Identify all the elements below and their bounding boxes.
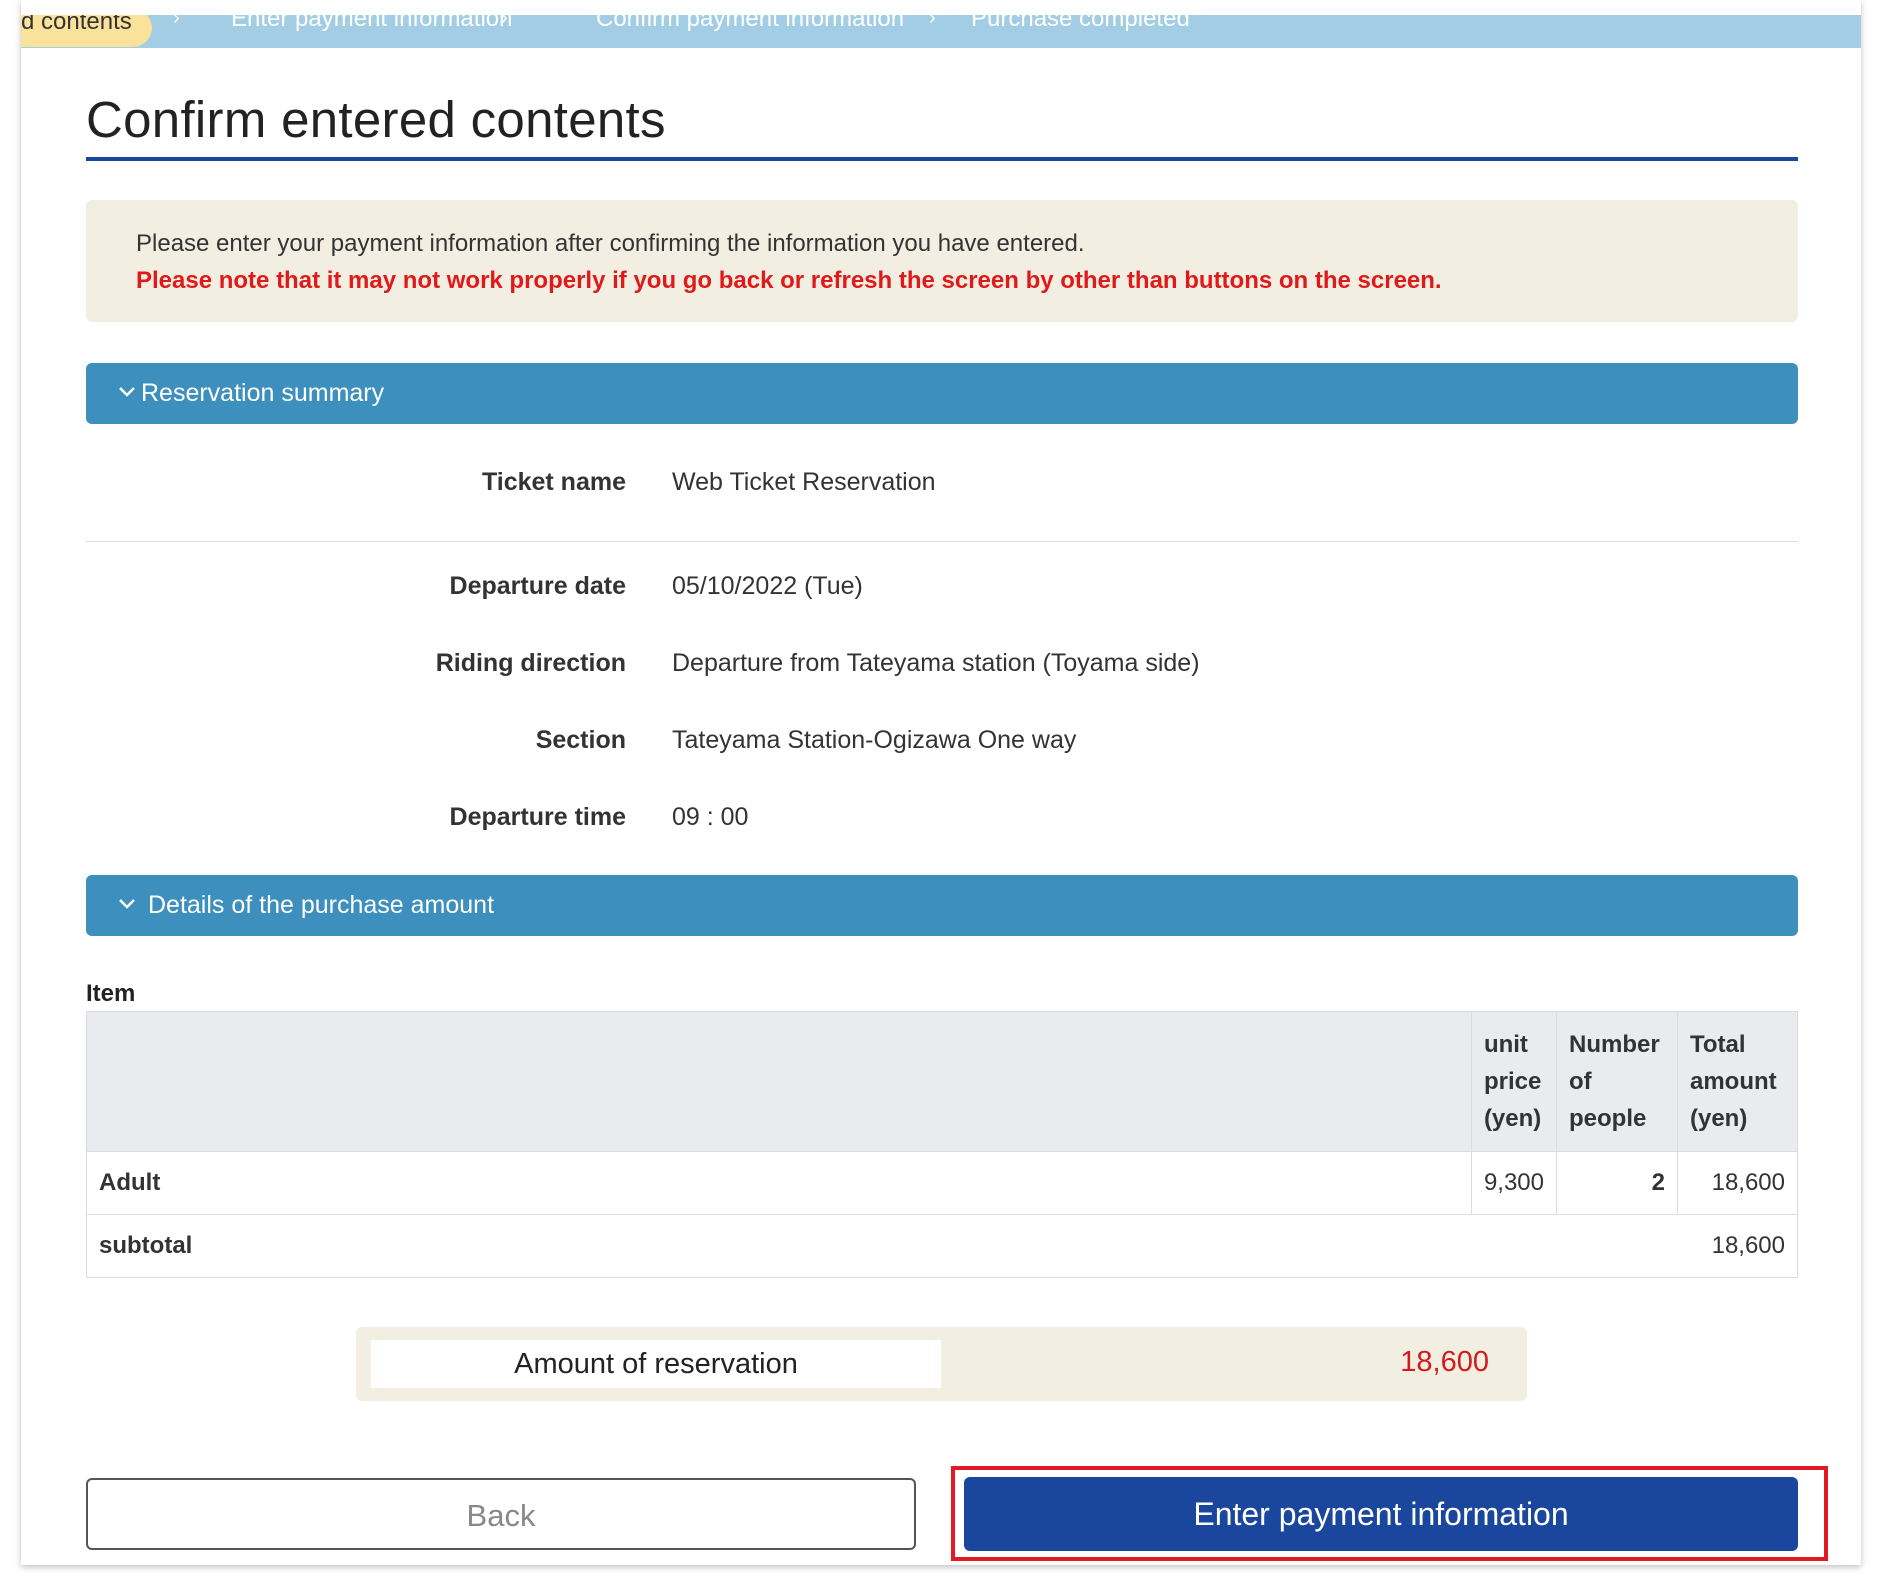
number-of-people-cell: 2 (1556, 1151, 1678, 1215)
step-confirm-contents: d contents (21, 15, 152, 47)
step-purchase-completed: Purchase completed (971, 15, 1190, 32)
departure-date-value: 05/10/2022 (Tue) (672, 572, 863, 600)
subtotal-label: subtotal (86, 1214, 1678, 1278)
reservation-summary-toggle[interactable]: Reservation summary (86, 363, 1798, 424)
page-title: Confirm entered contents (86, 91, 666, 148)
section-label: Section (535, 726, 626, 754)
riding-direction-label: Riding direction (435, 649, 626, 677)
table-header-row: unit price (yen) Number of people Total … (86, 1011, 1799, 1152)
item-heading: Item (86, 980, 136, 1007)
step-chevron-icon: › (173, 15, 180, 29)
column-header-number-of-people: Number of people (1556, 1011, 1678, 1152)
reservation-summary-title: Reservation summary (141, 379, 385, 407)
divider (86, 541, 1798, 542)
back-button[interactable]: Back (86, 1478, 916, 1550)
step-confirm-payment: Confirm payment information (596, 15, 905, 32)
departure-time-value: 09 : 00 (672, 803, 749, 831)
purchase-amount-table: unit price (yen) Number of people Total … (86, 1011, 1799, 1278)
subtotal-row: subtotal 18,600 (86, 1214, 1799, 1278)
reservation-amount-box: Amount of reservation 18,600 (356, 1327, 1527, 1401)
purchase-details-toggle[interactable]: Details of the purchase amount (86, 875, 1798, 936)
reservation-amount-value: 18,600 (1400, 1346, 1489, 1378)
departure-date-label: Departure date (449, 572, 626, 600)
page-frame: d contents › Enter payment information ›… (21, 0, 1861, 1565)
purchase-details-title: Details of the purchase amount (148, 891, 495, 919)
chevron-down-icon (119, 387, 135, 397)
total-amount-cell: 18,600 (1676, 1151, 1799, 1215)
notice-box: Please enter your payment information af… (86, 200, 1798, 322)
ticket-name-value: Web Ticket Reservation (672, 468, 936, 496)
item-name-cell: Adult (86, 1151, 1472, 1215)
step-chevron-icon: › (501, 15, 508, 29)
section-value: Tateyama Station-Ogizawa One way (672, 726, 1077, 754)
reservation-amount-label: Amount of reservation (371, 1340, 941, 1388)
title-underline (86, 157, 1798, 161)
step-enter-payment: Enter payment information (231, 15, 513, 32)
progress-steps: d contents › Enter payment information ›… (21, 15, 1861, 48)
notice-warning: Please note that it may not work properl… (136, 267, 1442, 294)
subtotal-value: 18,600 (1677, 1214, 1799, 1278)
chevron-down-icon (119, 899, 135, 909)
unit-price-cell: 9,300 (1470, 1151, 1558, 1215)
enter-payment-button[interactable]: Enter payment information (964, 1477, 1798, 1551)
column-header-total-amount: Total amount (yen) (1676, 1011, 1799, 1152)
step-chevron-icon: › (929, 15, 936, 29)
ticket-name-label: Ticket name (481, 468, 626, 496)
notice-text: Please enter your payment information af… (136, 230, 1085, 257)
riding-direction-value: Departure from Tateyama station (Toyama … (672, 649, 1200, 677)
table-row: Adult 9,300 2 18,600 (86, 1151, 1799, 1215)
departure-time-label: Departure time (449, 803, 626, 831)
column-header-unit-price: unit price (yen) (1470, 1011, 1558, 1152)
column-header-item (86, 1011, 1472, 1152)
